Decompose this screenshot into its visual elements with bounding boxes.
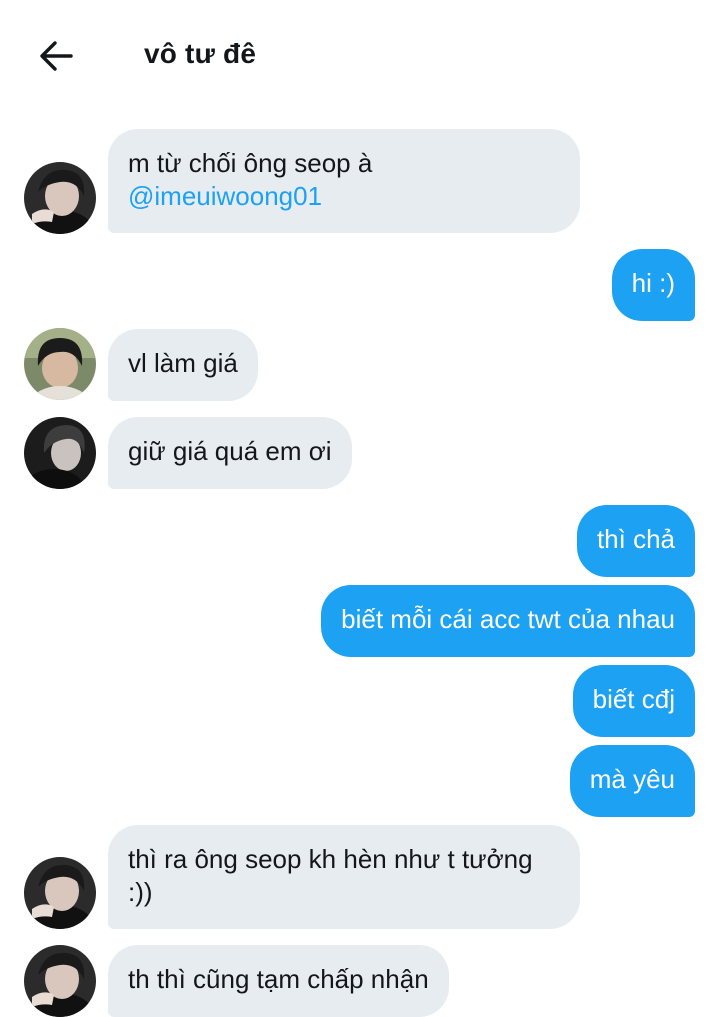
- mention-link[interactable]: @imeuiwoong01: [128, 181, 322, 211]
- outgoing-message[interactable]: mà yêu: [569, 745, 695, 817]
- avatar[interactable]: [24, 945, 96, 1017]
- avatar[interactable]: [24, 417, 96, 489]
- outgoing-message[interactable]: biết mỗi cái acc twt của nhau: [321, 585, 695, 657]
- message-text: :)): [128, 877, 153, 907]
- outgoing-message[interactable]: biết cđj: [572, 665, 695, 737]
- avatar[interactable]: [24, 857, 96, 929]
- incoming-message[interactable]: vl làm giá: [108, 329, 258, 401]
- arrow-left-icon: [40, 41, 73, 71]
- message-text: mà yêu: [589, 764, 675, 794]
- message-text: thì chả: [596, 524, 675, 554]
- message-text: m từ chối ông seop à: [128, 148, 373, 178]
- message-text: hi :): [631, 268, 675, 298]
- conversation-header: vô tư đê: [0, 0, 720, 112]
- incoming-message[interactable]: giữ giá quá em ơi: [108, 417, 352, 489]
- conversation-title: vô tư đê: [144, 38, 257, 69]
- incoming-message[interactable]: th thì cũng tạm chấp nhận: [108, 945, 449, 1017]
- incoming-message[interactable]: thì ra ông seop kh hèn như t tưởng :)): [108, 825, 580, 929]
- message-text: biết cđj: [592, 684, 675, 714]
- outgoing-message[interactable]: hi :): [611, 249, 695, 321]
- avatar[interactable]: [24, 328, 96, 400]
- message-text: thì ra ông seop kh hèn như t tưởng: [128, 844, 533, 874]
- back-button[interactable]: [34, 36, 78, 76]
- message-text: vl làm giá: [128, 348, 238, 378]
- outgoing-message[interactable]: thì chả: [576, 505, 695, 577]
- message-text: giữ giá quá em ơi: [128, 436, 332, 466]
- message-text: biết mỗi cái acc twt của nhau: [341, 604, 675, 634]
- avatar[interactable]: [24, 162, 96, 234]
- incoming-message[interactable]: m từ chối ông seop à @imeuiwoong01: [108, 129, 580, 233]
- message-text: th thì cũng tạm chấp nhận: [128, 964, 429, 994]
